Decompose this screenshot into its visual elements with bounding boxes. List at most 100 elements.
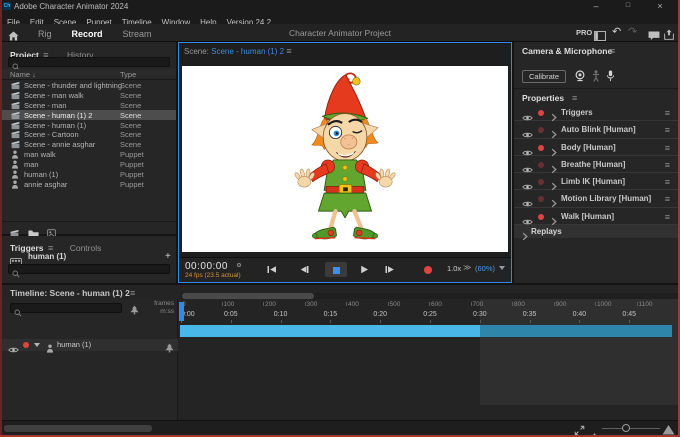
go-to-start-button[interactable] <box>263 262 281 277</box>
track-bar[interactable] <box>180 325 480 337</box>
microphone-icon[interactable] <box>606 69 615 87</box>
arm-record-icon[interactable] <box>538 179 544 186</box>
play-button[interactable] <box>355 262 373 277</box>
arm-record-icon[interactable] <box>538 127 544 134</box>
scene-panel: Scene: Scene - human (1) 2 ≡ 00:00:00 24… <box>178 42 512 283</box>
tree-filter-icon[interactable] <box>165 340 174 358</box>
ruler-time-label: 0:25 <box>423 311 437 318</box>
arm-record-icon[interactable] <box>23 342 29 348</box>
timeline-zoom-slider[interactable] <box>602 428 660 429</box>
track-row-header[interactable]: human (1) <box>2 339 178 353</box>
playhead[interactable] <box>179 302 184 321</box>
table-row[interactable]: man Puppet <box>2 159 176 169</box>
playback-speed[interactable]: 1.0x <box>447 264 461 273</box>
table-row[interactable]: Scene - man Scene <box>2 100 176 110</box>
table-row[interactable]: annie asghar Puppet <box>2 179 176 189</box>
next-frame-button[interactable] <box>381 262 399 277</box>
table-row[interactable]: Scene - annie asghar Scene <box>2 139 176 149</box>
search-icon <box>11 304 22 321</box>
fast-forward-icon[interactable]: ≫ <box>463 263 471 272</box>
undo-icon[interactable]: ↶ <box>612 24 621 41</box>
calibrate-button[interactable]: Calibrate <box>522 70 566 83</box>
track-bar-extension[interactable] <box>480 325 672 337</box>
table-row[interactable]: Scene - man walk Scene <box>2 90 176 100</box>
scene-name-link[interactable]: Scene - human (1) 2 <box>211 47 284 56</box>
replays-row[interactable]: Replays <box>514 225 678 241</box>
minimize-button[interactable]: – <box>588 0 604 12</box>
body-tracking-icon[interactable] <box>592 69 600 87</box>
tab-stream[interactable]: Stream <box>113 26 162 42</box>
arm-record-icon[interactable] <box>538 110 544 116</box>
chevron-down-icon[interactable] <box>34 343 40 347</box>
scene-canvas[interactable] <box>182 66 508 252</box>
eye-icon[interactable] <box>8 341 19 359</box>
column-type[interactable]: Type <box>120 69 136 80</box>
table-row[interactable]: human (1) Puppet <box>2 169 176 179</box>
ruler-tick <box>553 302 555 306</box>
table-row[interactable]: Scene - Cartoon Scene <box>2 129 176 139</box>
ruler-frame-label: 400 <box>348 301 359 308</box>
timecode-mode-icon[interactable] <box>237 263 241 267</box>
property-row-triggers[interactable]: Triggers ≡ <box>514 104 678 122</box>
redo-icon[interactable]: ↷ <box>628 24 637 41</box>
timeline-content[interactable]: 0100200300400500600700800900100011000:00… <box>178 293 678 435</box>
arm-record-icon[interactable] <box>538 161 544 168</box>
timeline-scrollbar-thumb[interactable] <box>182 293 314 299</box>
record-button[interactable] <box>419 262 437 277</box>
property-row-walk-human-[interactable]: Walk [Human] ≡ <box>514 208 678 226</box>
row-menu-icon[interactable]: ≡ <box>665 177 670 187</box>
webcam-icon[interactable] <box>574 69 586 87</box>
row-menu-icon[interactable]: ≡ <box>665 194 670 204</box>
property-row-body-human-[interactable]: Body [Human] ≡ <box>514 139 678 156</box>
row-menu-icon[interactable]: ≡ <box>665 212 670 222</box>
close-button[interactable]: × <box>652 0 668 12</box>
row-menu-icon[interactable]: ≡ <box>665 108 670 118</box>
stop-button[interactable] <box>325 262 347 277</box>
ruler-time-label: 0:20 <box>373 311 387 318</box>
window-title: Adobe Character Animator 2024 <box>14 2 129 11</box>
panel-menu-icon[interactable]: ≡ <box>610 46 615 56</box>
timeline-scrollbar[interactable] <box>180 293 678 299</box>
project-search-input[interactable] <box>8 57 170 71</box>
item-type: Scene <box>120 100 142 110</box>
row-menu-icon[interactable]: ≡ <box>665 125 670 135</box>
timeline-ruler[interactable]: 0100200300400500600700800900100011000:00… <box>178 301 678 325</box>
property-label: Breathe [Human] <box>561 159 626 169</box>
track-label: human (1) <box>57 340 92 349</box>
column-name[interactable]: Name ↓ <box>10 69 36 80</box>
arm-record-icon[interactable] <box>538 213 544 220</box>
panel-menu-icon[interactable]: ≡ <box>286 46 291 56</box>
timeline-search-input[interactable] <box>10 303 122 317</box>
trigger-set-row[interactable]: human (1) + <box>2 250 176 266</box>
triggers-panel: Triggers ≡ Controls human (1) + <box>2 236 176 283</box>
property-row-auto-blink-human-[interactable]: Auto Blink [Human] ≡ <box>514 121 678 139</box>
ruler-tick <box>280 320 282 323</box>
maximize-button[interactable]: □ <box>620 0 636 12</box>
row-menu-icon[interactable]: ≡ <box>665 160 670 170</box>
camera-mic-title: Camera & Microphone <box>522 46 613 56</box>
ruler-frame-label: 700 <box>472 301 484 308</box>
property-row-limb-ik-human-[interactable]: Limb IK [Human] ≡ <box>514 173 678 191</box>
table-row[interactable]: Scene - human (1) Scene <box>2 120 176 130</box>
panel-menu-icon[interactable]: ≡ <box>572 93 577 103</box>
canvas-zoom-level[interactable]: (60%) <box>475 264 495 273</box>
horizontal-scrollbar-thumb[interactable] <box>4 425 152 432</box>
triggers-search-input[interactable] <box>8 264 170 278</box>
timeline-zoom-knob[interactable] <box>622 424 630 432</box>
ruler-time-label: 0:15 <box>323 311 338 318</box>
table-row[interactable]: Scene - human (1) 2 Scene <box>2 109 176 120</box>
add-trigger-icon[interactable]: + <box>165 251 171 262</box>
arm-record-icon[interactable] <box>538 144 544 151</box>
table-row[interactable]: man walk Puppet <box>2 149 176 159</box>
item-type: Puppet <box>120 160 144 170</box>
property-label: Body [Human] <box>561 142 616 152</box>
property-row-motion-library-human-[interactable]: Motion Library [Human] ≡ <box>514 190 678 208</box>
arm-record-icon[interactable] <box>538 196 544 203</box>
previous-frame-button[interactable] <box>295 262 313 277</box>
zoom-chevron-down-icon[interactable] <box>499 266 505 270</box>
table-row[interactable]: Scene - thunder and lightning Scene <box>2 80 176 90</box>
tab-rig[interactable]: Rig <box>28 26 62 42</box>
panel-menu-icon[interactable]: ≡ <box>130 288 135 298</box>
property-row-breathe-human-[interactable]: Breathe [Human] ≡ <box>514 156 678 174</box>
row-menu-icon[interactable]: ≡ <box>665 143 670 153</box>
